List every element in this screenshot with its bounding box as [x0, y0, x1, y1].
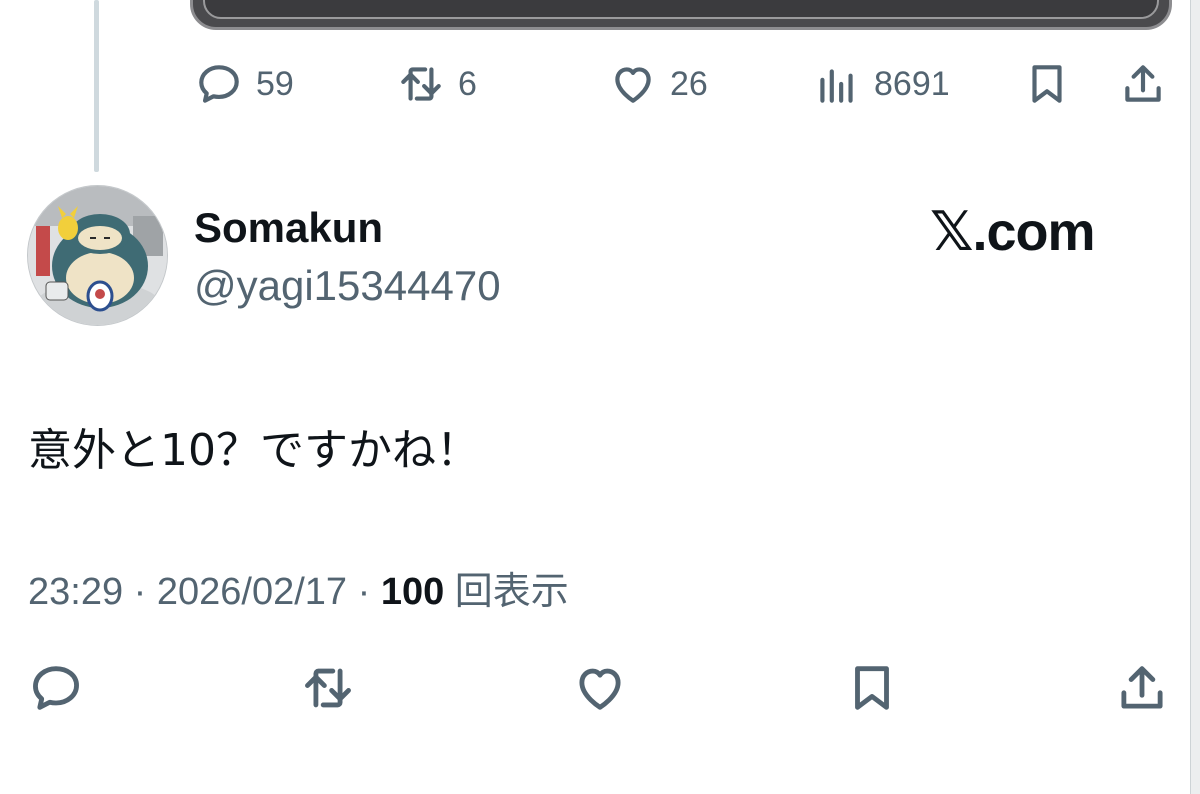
reply-count: 59: [256, 64, 294, 103]
previous-reply-button[interactable]: 59: [194, 52, 294, 116]
reply-icon: [199, 65, 239, 103]
repost-button[interactable]: [296, 656, 360, 720]
tweet-date[interactable]: 2026/02/17: [157, 571, 347, 613]
repost-count: 6: [458, 64, 477, 103]
meta-separator: ·: [347, 571, 381, 613]
views-count: 100: [380, 571, 445, 613]
tweet-text: 意外と10？ですかね！: [28, 425, 480, 476]
views-chart-icon: [820, 69, 853, 103]
bookmark-icon: [1032, 65, 1062, 103]
like-count: 26: [670, 64, 708, 103]
share-button[interactable]: [1110, 656, 1174, 720]
tweet-time[interactable]: 23:29: [28, 571, 123, 613]
previous-share-button[interactable]: [1118, 52, 1168, 116]
previous-tweet-media[interactable]: [190, 0, 1172, 30]
repost-icon: [401, 67, 441, 101]
tweet-action-bar: [0, 656, 1200, 720]
bookmark-button[interactable]: [840, 656, 904, 720]
avatar[interactable]: [27, 185, 168, 326]
previous-bookmark-button[interactable]: [1022, 52, 1072, 116]
previous-views-button[interactable]: 8691: [812, 52, 950, 116]
reply-button[interactable]: [24, 656, 88, 720]
x-logo-brand: 𝕏.com: [930, 202, 1096, 262]
previous-tweet-action-bar: 59 6 26 8691: [0, 52, 1200, 116]
reply-icon: [33, 666, 79, 710]
tweet-meta: 23:29 · 2026/02/17 · 100 回表示: [28, 560, 569, 615]
share-icon: [1125, 65, 1161, 102]
views-label: 回表示: [444, 571, 569, 613]
previous-like-button[interactable]: 26: [608, 52, 708, 116]
like-icon: [579, 668, 621, 710]
like-icon: [615, 67, 651, 103]
author-display-name[interactable]: Somakun: [194, 204, 383, 252]
share-icon: [1121, 666, 1163, 709]
meta-separator: ·: [123, 571, 157, 613]
previous-repost-button[interactable]: 6: [396, 52, 477, 116]
media-image-frame: [203, 0, 1159, 19]
author-handle[interactable]: @yagi15344470: [194, 262, 501, 310]
avatar-image: [28, 186, 167, 325]
repost-icon: [305, 668, 351, 708]
like-button[interactable]: [568, 656, 632, 720]
bookmark-icon: [855, 666, 889, 710]
views-count: 8691: [874, 64, 950, 103]
